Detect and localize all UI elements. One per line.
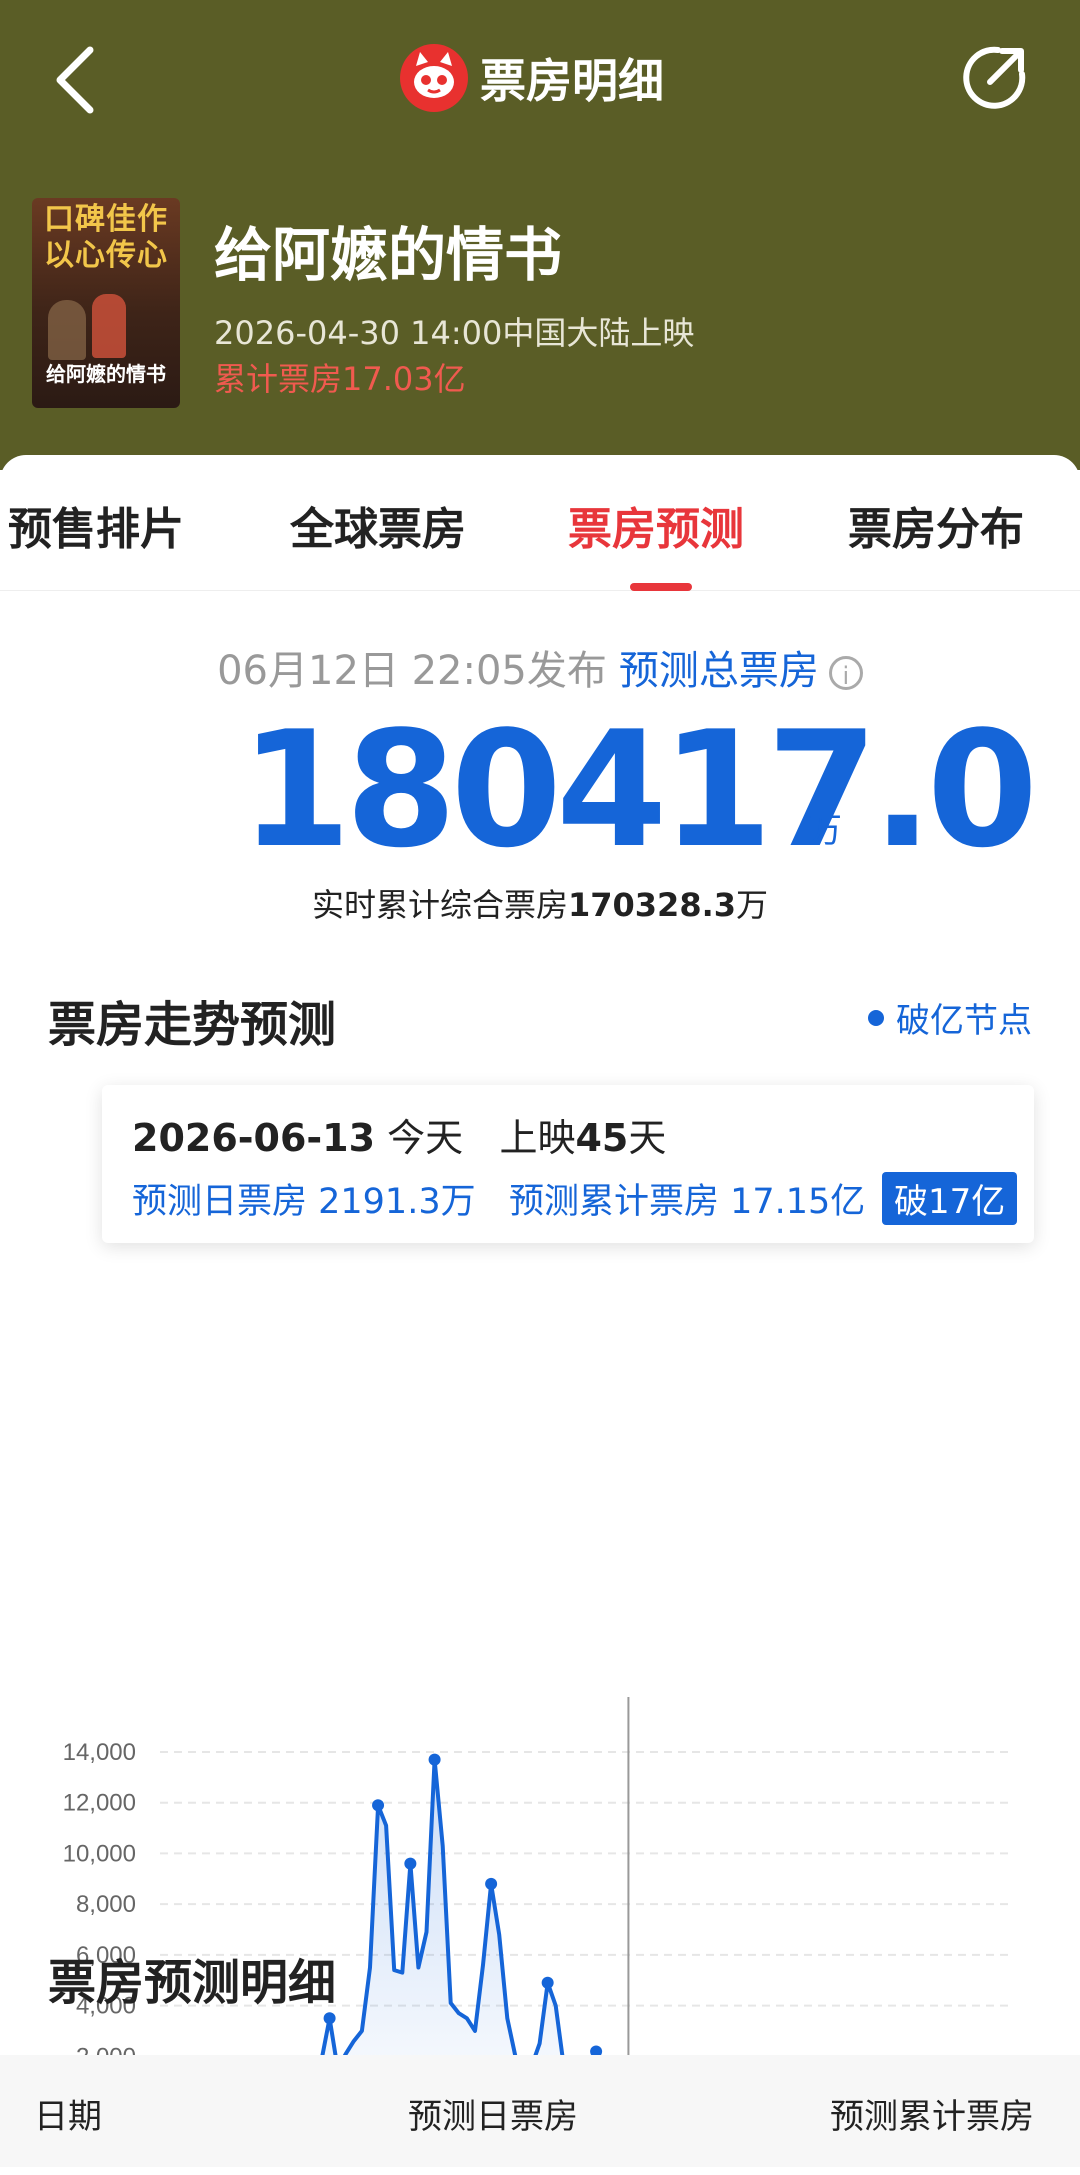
column-daily: 预测日票房 [408,2097,578,2137]
legend-breakthrough[interactable]: 破亿节点 [868,993,1032,1042]
publish-row: 06月12日 22:05发布 预测总票房 i [0,638,1080,696]
data-point [485,1877,498,1890]
tab-presale[interactable]: 预售排片 [8,493,184,557]
tooltip-day-num: 45 [575,1116,629,1160]
box-office-trend-chart[interactable]: 02,0004,0006,0008,00010,00012,00014,000上… [0,1235,1080,2175]
realtime-unit: 万 [736,886,769,924]
header-title-group: 票房明细 [400,38,664,118]
detail-table-header: 日期 预测日票房 预测累计票房 [0,2055,1080,2167]
data-point [428,1753,441,1766]
tooltip-day-label: 上映 [499,1116,576,1160]
forecast-total-unit: 万 [808,811,842,851]
share-icon[interactable] [960,42,1030,112]
data-point [372,1799,385,1812]
content-card: 预售排片 全球票房 票房预测 票房分布 06月12日 22:05发布 预测总票房 i… [0,455,1080,2167]
forecast-total-label: 预测总票房 [618,648,819,694]
tooltip-day-unit: 天 [628,1116,667,1160]
tooltip-today: 今天 [387,1116,464,1160]
tab-bar: 预售排片 全球票房 票房预测 票房分布 [0,455,1080,591]
maoyan-cat-logo-icon [400,44,468,112]
tooltip-date: 2026-06-13 [132,1116,376,1160]
tooltip-badge: 破17亿 [882,1172,1018,1225]
column-date: 日期 [34,2097,102,2137]
poster-figure-art [92,294,126,358]
active-tab-indicator [630,583,692,591]
forecast-total-value: 180417.0 [240,696,1038,883]
tooltip-daily: 预测日票房 2191.3万 [132,1182,476,1222]
y-tick-label: 14,000 [63,1739,136,1766]
y-tick-label: 8,000 [76,1891,136,1918]
data-point [323,2012,336,2025]
poster-slogan: 口碑佳作以心传心 [44,202,168,273]
legend-label: 破亿节点 [896,1001,1032,1041]
data-point [541,1976,554,1989]
tooltip-cumulative: 预测累计票房 17.15亿 [508,1182,866,1222]
column-cumulative: 预测累计票房 [830,2097,1034,2137]
release-info: 2026-04-30 14:00中国大陆上映 [214,314,695,352]
back-arrow-icon[interactable] [50,40,110,120]
chart-tooltip: 2026-06-13 今天 上映45天 预测日票房 2191.3万 预测累计票房… [102,1085,1034,1243]
trend-title: 票房走势预测 [48,997,337,1053]
realtime-cumulative: 实时累计综合票房170328.3万 [0,880,1080,926]
poster-title: 给阿嬷的情书 [46,362,166,386]
header-bar: 票房明细 口碑佳作以心传心 给阿嬷的情书 给阿嬷的情书 2026-04-30 1… [0,0,1080,470]
tooltip-date-row: 2026-06-13 今天 上映45天 [132,1107,666,1162]
realtime-label: 实时累计综合票房 [311,886,568,924]
movie-poster[interactable]: 口碑佳作以心传心 给阿嬷的情书 [32,198,180,408]
tab-forecast[interactable]: 票房预测 [568,493,744,557]
poster-figure-art [48,300,86,360]
publish-time: 06月12日 22:05发布 [217,648,607,694]
realtime-value: 170328.3 [567,886,736,924]
data-point [404,1857,417,1870]
tab-global-box-office[interactable]: 全球票房 [290,493,466,557]
tab-distribution[interactable]: 票房分布 [848,493,1024,557]
movie-name: 给阿嬷的情书 [214,221,563,289]
y-tick-label: 12,000 [63,1790,136,1817]
legend-dot-icon [868,1009,884,1026]
tooltip-values-row: 预测日票房 2191.3万 预测累计票房 17.15亿 [132,1173,865,1224]
detail-title: 票房预测明细 [48,1955,337,2011]
info-icon[interactable]: i [828,656,863,690]
page-title: 票房明细 [480,54,664,108]
cumulative-box-office: 累计票房17.03亿 [214,360,466,398]
y-tick-label: 10,000 [63,1840,136,1867]
